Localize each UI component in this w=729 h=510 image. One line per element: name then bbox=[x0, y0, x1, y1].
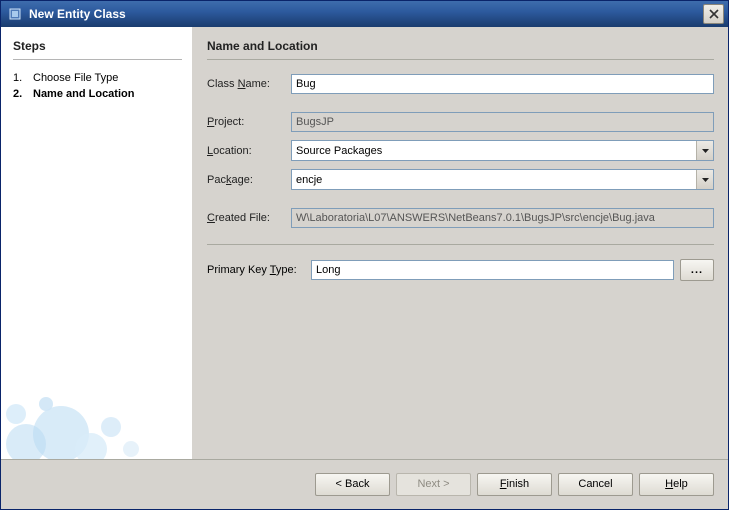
created-file-label: Created File: bbox=[207, 212, 291, 224]
created-file-row: Created File: bbox=[207, 208, 714, 228]
package-dropdown-button[interactable] bbox=[696, 170, 713, 189]
project-field bbox=[291, 112, 714, 132]
wizard-window: New Entity Class Steps 1. Choose File Ty… bbox=[0, 0, 729, 510]
primary-key-input[interactable] bbox=[311, 260, 674, 280]
close-button[interactable] bbox=[703, 4, 724, 24]
step-label: Name and Location bbox=[33, 88, 134, 100]
finish-button[interactable]: Finish bbox=[477, 473, 552, 496]
cancel-button[interactable]: Cancel bbox=[558, 473, 633, 496]
location-label: Location: bbox=[207, 145, 291, 157]
browse-type-button[interactable]: ... bbox=[680, 259, 714, 281]
separator bbox=[207, 244, 714, 245]
wizard-footer: < Back Next > Finish Cancel Help bbox=[1, 459, 728, 509]
created-file-field bbox=[291, 208, 714, 228]
step-number: 2. bbox=[13, 88, 33, 100]
primary-key-row: Primary Key Type: ... bbox=[207, 259, 714, 281]
step-number: 1. bbox=[13, 72, 33, 84]
panel-title: Name and Location bbox=[207, 39, 714, 60]
package-value[interactable] bbox=[292, 170, 696, 189]
decorative-bubbles bbox=[1, 349, 191, 459]
help-button[interactable]: Help bbox=[639, 473, 714, 496]
back-button[interactable]: < Back bbox=[315, 473, 390, 496]
main-panel: Name and Location Class Name: Project: L… bbox=[193, 27, 728, 459]
primary-key-label: Primary Key Type: bbox=[207, 264, 311, 276]
wizard-body: Steps 1. Choose File Type 2. Name and Lo… bbox=[1, 27, 728, 459]
close-icon bbox=[709, 9, 719, 19]
next-button: Next > bbox=[396, 473, 471, 496]
project-row: Project: bbox=[207, 112, 714, 132]
class-name-label: Class Name: bbox=[207, 78, 291, 90]
steps-header: Steps bbox=[13, 39, 182, 60]
class-name-input[interactable] bbox=[291, 74, 714, 94]
app-icon bbox=[7, 6, 23, 22]
package-row: Package: bbox=[207, 169, 714, 190]
titlebar[interactable]: New Entity Class bbox=[1, 1, 728, 27]
window-title: New Entity Class bbox=[29, 7, 703, 21]
location-dropdown-button[interactable] bbox=[696, 141, 713, 160]
package-combo[interactable] bbox=[291, 169, 714, 190]
steps-panel: Steps 1. Choose File Type 2. Name and Lo… bbox=[1, 27, 193, 459]
chevron-down-icon bbox=[702, 149, 709, 153]
project-label: Project: bbox=[207, 116, 291, 128]
step-item: 2. Name and Location bbox=[13, 86, 182, 102]
steps-list: 1. Choose File Type 2. Name and Location bbox=[13, 70, 182, 102]
location-row: Location: bbox=[207, 140, 714, 161]
step-item: 1. Choose File Type bbox=[13, 70, 182, 86]
step-label: Choose File Type bbox=[33, 72, 118, 84]
location-combo[interactable] bbox=[291, 140, 714, 161]
class-name-row: Class Name: bbox=[207, 74, 714, 94]
location-value[interactable] bbox=[292, 141, 696, 160]
package-label: Package: bbox=[207, 174, 291, 186]
chevron-down-icon bbox=[702, 178, 709, 182]
